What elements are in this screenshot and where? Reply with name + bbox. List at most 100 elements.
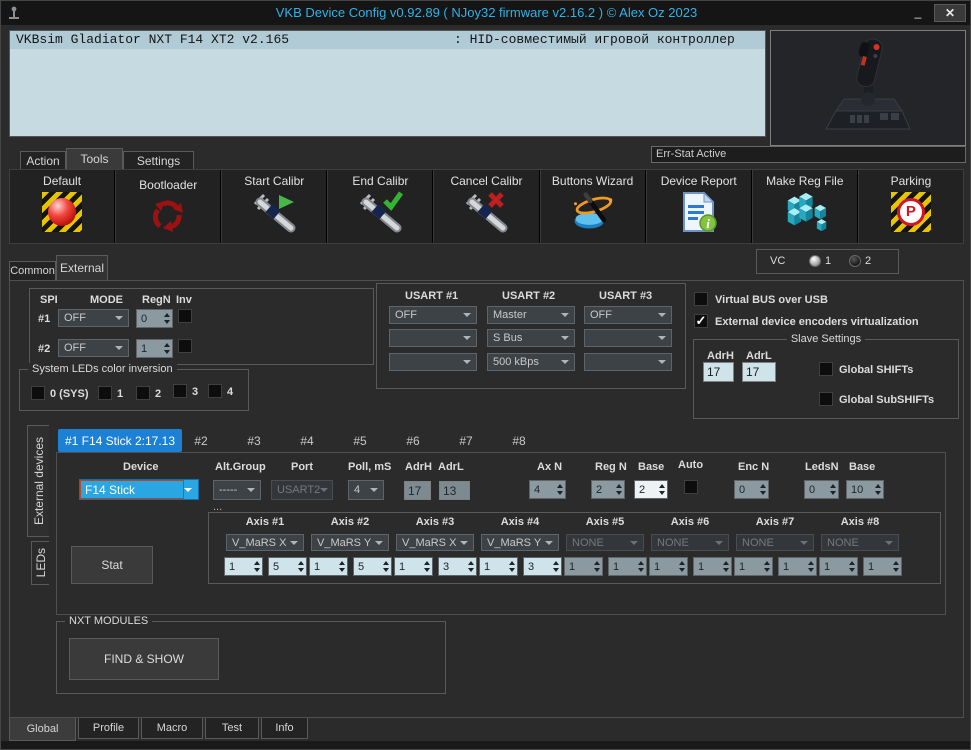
stepper-arrows-icon[interactable] bbox=[161, 340, 172, 357]
bottom-tab-info[interactable]: Info bbox=[261, 718, 308, 739]
axis-3-param1-stepper[interactable]: 1 bbox=[394, 557, 433, 576]
bottom-tab-global[interactable]: Global bbox=[9, 718, 76, 741]
device-tab-7[interactable]: #7 bbox=[451, 429, 481, 452]
port-select[interactable]: USART2 bbox=[271, 480, 333, 500]
base2-stepper[interactable]: 10 bbox=[846, 480, 884, 499]
global-subshifts-checkbox[interactable] bbox=[819, 392, 833, 406]
device-list-item[interactable]: VKBsim Gladiator NXT F14 XT2 v2.165 : HI… bbox=[10, 31, 765, 49]
stepper-arrows-icon[interactable] bbox=[506, 558, 517, 575]
stepper-arrows-icon[interactable] bbox=[161, 310, 172, 327]
axis-4-param1-stepper[interactable]: 1 bbox=[479, 557, 518, 576]
axis-5-param1-stepper[interactable]: 1 bbox=[564, 557, 603, 576]
stat-button[interactable]: Stat bbox=[71, 546, 153, 584]
stepper-arrows-icon[interactable] bbox=[380, 558, 391, 575]
side-tab-external-devices[interactable]: External devices bbox=[27, 425, 49, 537]
usart2-mode-select[interactable]: Master bbox=[487, 306, 575, 324]
device-tab-6[interactable]: #6 bbox=[398, 429, 428, 452]
axis-7-source-select[interactable]: NONE bbox=[736, 534, 814, 551]
spi1-regn-stepper[interactable]: 0 bbox=[136, 309, 173, 328]
axis-4-param2-stepper[interactable]: 3 bbox=[523, 557, 562, 576]
start-calibr-button[interactable]: Start Calibr bbox=[222, 170, 329, 243]
axis-2-source-select[interactable]: V_MaRS Y bbox=[311, 534, 389, 551]
virtual-bus-checkbox[interactable] bbox=[694, 292, 708, 306]
stepper-arrows-icon[interactable] bbox=[827, 481, 838, 498]
device-tab-8[interactable]: #8 bbox=[504, 429, 534, 452]
stepper-arrows-icon[interactable] bbox=[336, 558, 347, 575]
stepper-arrows-icon[interactable] bbox=[805, 558, 816, 575]
end-calibr-button[interactable]: End Calibr bbox=[328, 170, 435, 243]
stepper-arrows-icon[interactable] bbox=[550, 558, 561, 575]
buttons-wizard-button[interactable]: Buttons Wizard bbox=[541, 170, 647, 243]
axis-5-source-select[interactable]: NONE bbox=[566, 534, 644, 551]
base-stepper[interactable]: 2 bbox=[634, 480, 668, 499]
axis-3-source-select[interactable]: V_MaRS X bbox=[396, 534, 474, 551]
device-tab-3[interactable]: #3 bbox=[239, 429, 269, 452]
slave-adrh-field[interactable]: 17 bbox=[703, 362, 734, 382]
stepper-arrows-icon[interactable] bbox=[757, 481, 768, 498]
stepper-arrows-icon[interactable] bbox=[890, 558, 901, 575]
axis-6-param2-stepper[interactable]: 1 bbox=[693, 557, 732, 576]
usart2-baud-select[interactable]: 500 kBps bbox=[487, 353, 575, 371]
encn-stepper[interactable]: 0 bbox=[734, 480, 769, 499]
close-button[interactable]: ✕ bbox=[934, 4, 966, 22]
axis-6-source-select[interactable]: NONE bbox=[651, 534, 729, 551]
axis-3-param2-stepper[interactable]: 3 bbox=[438, 557, 477, 576]
ledsn-stepper[interactable]: 0 bbox=[804, 480, 839, 499]
stepper-arrows-icon[interactable] bbox=[846, 558, 857, 575]
leds-inv-4-checkbox[interactable] bbox=[208, 384, 222, 398]
stepper-arrows-icon[interactable] bbox=[295, 558, 306, 575]
default-button[interactable]: Default bbox=[10, 170, 117, 243]
axis-6-param1-stepper[interactable]: 1 bbox=[649, 557, 688, 576]
leds-inv-2-checkbox[interactable] bbox=[136, 386, 150, 400]
stepper-arrows-icon[interactable] bbox=[676, 558, 687, 575]
stepper-arrows-icon[interactable] bbox=[591, 558, 602, 575]
stepper-arrows-icon[interactable] bbox=[761, 558, 772, 575]
axis-2-param1-stepper[interactable]: 1 bbox=[309, 557, 348, 576]
usart3-option3-select[interactable] bbox=[584, 353, 672, 371]
usart3-mode-select[interactable]: OFF bbox=[584, 306, 672, 324]
parking-button[interactable]: Parking P bbox=[859, 170, 963, 243]
bottom-tab-test[interactable]: Test bbox=[205, 718, 259, 739]
device-tab-5[interactable]: #5 bbox=[345, 429, 375, 452]
tab-action[interactable]: Action bbox=[20, 151, 66, 169]
side-tab-leds[interactable]: LEDs bbox=[31, 541, 49, 585]
leds-inv-3-checkbox[interactable] bbox=[173, 384, 187, 398]
axis-8-param1-stepper[interactable]: 1 bbox=[819, 557, 858, 576]
stepper-arrows-icon[interactable] bbox=[635, 558, 646, 575]
bootloader-button[interactable]: Bootloader bbox=[116, 170, 223, 243]
device-tab-1[interactable]: #1 F14 Stick 2:17.13 bbox=[58, 429, 182, 452]
leds-inv-0-checkbox[interactable] bbox=[31, 386, 45, 400]
axis-8-param2-stepper[interactable]: 1 bbox=[863, 557, 902, 576]
axis-8-source-select[interactable]: NONE bbox=[821, 534, 899, 551]
make-reg-file-button[interactable]: Make Reg File bbox=[753, 170, 859, 243]
tab-common[interactable]: Common bbox=[9, 261, 56, 280]
stepper-arrows-icon[interactable] bbox=[251, 558, 262, 575]
slave-adrl-field[interactable]: 17 bbox=[742, 362, 776, 382]
spi1-mode-select[interactable]: OFF bbox=[58, 309, 129, 327]
spi2-inv-checkbox[interactable] bbox=[178, 339, 192, 353]
axis-2-param2-stepper[interactable]: 5 bbox=[353, 557, 392, 576]
stepper-arrows-icon[interactable] bbox=[554, 481, 565, 498]
axis-1-source-select[interactable]: V_MaRS X bbox=[226, 534, 304, 551]
vc-radio-1[interactable] bbox=[809, 255, 821, 267]
stepper-arrows-icon[interactable] bbox=[421, 558, 432, 575]
device-adrh-field[interactable]: 17 bbox=[404, 481, 431, 500]
auto-checkbox[interactable] bbox=[684, 480, 698, 494]
regn-stepper[interactable]: 2 bbox=[591, 480, 625, 499]
tab-external[interactable]: External bbox=[56, 255, 108, 280]
usart1-option3-select[interactable] bbox=[389, 353, 477, 371]
axis-5-param2-stepper[interactable]: 1 bbox=[608, 557, 647, 576]
stepper-arrows-icon[interactable] bbox=[656, 481, 667, 498]
bottom-tab-macro[interactable]: Macro bbox=[141, 718, 203, 739]
stepper-arrows-icon[interactable] bbox=[872, 481, 883, 498]
axn-stepper[interactable]: 4 bbox=[529, 480, 566, 499]
find-and-show-button[interactable]: FIND & SHOW bbox=[69, 638, 219, 680]
axis-1-param2-stepper[interactable]: 5 bbox=[268, 557, 307, 576]
axis-7-param1-stepper[interactable]: 1 bbox=[734, 557, 773, 576]
spi1-inv-checkbox[interactable] bbox=[178, 309, 192, 323]
usart2-protocol-select[interactable]: S Bus bbox=[487, 329, 575, 347]
usart1-option2-select[interactable] bbox=[389, 329, 477, 347]
cancel-calibr-button[interactable]: Cancel Calibr bbox=[434, 170, 541, 243]
bottom-tab-profile[interactable]: Profile bbox=[78, 718, 139, 739]
axis-4-source-select[interactable]: V_MaRS Y bbox=[481, 534, 559, 551]
